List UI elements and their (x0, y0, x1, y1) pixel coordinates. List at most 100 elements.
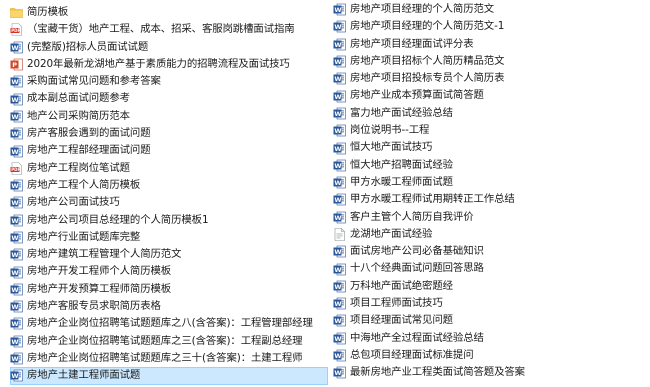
svg-text:P: P (12, 61, 17, 69)
word-file-icon: W (333, 38, 346, 51)
file-item[interactable]: W 项目工程师面试技巧 (333, 295, 650, 312)
file-item[interactable]: 龙湖地产面试经验 (333, 226, 650, 243)
file-item[interactable]: W 岗位说明书--工程 (333, 122, 650, 139)
file-item[interactable]: W 房地产开发工程师个人简历模板 (10, 263, 328, 280)
file-item[interactable]: W 万科地产面试绝密题经 (333, 278, 650, 295)
svg-text:PDF: PDF (11, 29, 20, 34)
file-item[interactable]: W 恒大地产面试技巧 (333, 139, 650, 156)
file-item[interactable]: W 房地产企业岗位招聘笔试题题库之八(含答案)：工程管理部经理 (10, 315, 328, 332)
word-file-icon: W (10, 369, 23, 382)
file-item[interactable]: W 最新房地产业工程类面试简答题及答案 (333, 364, 650, 381)
file-item[interactable]: W 面试房地产公司必备基础知识 (333, 243, 650, 260)
file-item[interactable]: W 房地产公司项目总经理的个人简历模板1 (10, 212, 328, 229)
word-file-icon: W (10, 75, 23, 88)
word-file-icon: W (333, 55, 346, 68)
file-name-label: 十八个经典面试问题回答思路 (350, 262, 484, 275)
file-item[interactable]: W 房地产企业岗位招聘笔试题题库之三十(含答案)：土建工程师 (10, 350, 328, 367)
svg-text:W: W (11, 44, 18, 52)
svg-text:W: W (11, 78, 18, 86)
file-item[interactable]: W 房地产工程部经理面试问题 (10, 142, 328, 159)
file-item[interactable]: W 客户主管个人简历自我评价 (333, 209, 650, 226)
file-name-label: 房地产工程个人简历模板 (27, 178, 141, 191)
pdf-file-icon: PDF (10, 23, 23, 37)
file-list-left: 简历模板 PDF （宝藏干货）地产工程、成本、招采、客服岗跳槽面试指南 W (完整版… (10, 4, 328, 385)
file-name-label: 房地产项目招投标专员个人简历表 (350, 72, 505, 85)
file-name-label: 房地产企业岗位招聘笔试题题库之八(含答案)：工程管理部经理 (27, 317, 313, 330)
file-item[interactable]: W 甲方水暖工程师试用期转正工作总结 (333, 191, 650, 208)
file-item[interactable]: W 中海地产全过程面试经验总结 (333, 330, 650, 347)
file-name-label: 恒大地产招聘面试经验 (350, 158, 453, 171)
file-item[interactable]: W 十八个经典面试问题回答思路 (333, 260, 650, 277)
file-item[interactable]: W 地产公司采购简历范本 (10, 108, 328, 125)
file-name-label: 项目工程师面试技巧 (350, 297, 443, 310)
file-name-label: 房地产企业岗位招聘笔试题题库之三(含答案)：工程副总经理 (27, 334, 303, 347)
folder-item[interactable]: 简历模板 (10, 4, 328, 21)
file-name-label: 房地产建筑工程管理个人简历范文 (27, 248, 182, 261)
svg-text:W: W (11, 148, 18, 156)
file-item[interactable]: W 房地产土建工程师面试题 (10, 367, 328, 385)
file-item[interactable]: W 总包项目经理面试标准提问 (333, 347, 650, 364)
word-file-icon: W (333, 245, 346, 258)
svg-text:W: W (334, 6, 341, 14)
file-name-label: 简历模板 (27, 6, 69, 18)
file-name-label: 房地产开发工程师个人简历模板 (27, 265, 172, 278)
word-file-icon: W (333, 72, 346, 85)
file-item[interactable]: W 甲方水暖工程师面试题 (333, 174, 650, 191)
svg-text:W: W (334, 58, 341, 66)
word-file-icon: W (333, 193, 346, 206)
word-file-icon: W (333, 142, 346, 155)
file-item[interactable]: W 房地产客服专员求职简历表格 (10, 298, 328, 315)
word-file-icon: W (10, 127, 23, 140)
file-item[interactable]: W 房地产开发预算工程师简历模板 (10, 281, 328, 298)
svg-text:W: W (334, 23, 341, 31)
file-item[interactable]: W 富力地产面试经验总结 (333, 105, 650, 122)
file-item[interactable]: W 房地产企业岗位招聘笔试题题库之三(含答案)：工程副总经理 (10, 333, 328, 350)
file-item[interactable]: W 房地产项目招标个人简历精品范文 (333, 53, 650, 70)
word-file-icon: W (10, 300, 23, 313)
file-name-label: 客户主管个人简历自我评价 (350, 210, 474, 223)
file-item[interactable]: W 房产客服会遇到的面试问题 (10, 125, 328, 142)
word-file-icon: W (333, 3, 346, 16)
file-item[interactable]: W 成本副总面试问题参考 (10, 90, 328, 107)
file-item[interactable]: W 房地产建筑工程管理个人简历范文 (10, 246, 328, 263)
file-name-label: 房地产工程岗位笔试题 (27, 161, 130, 174)
word-file-icon: W (333, 332, 346, 345)
svg-text:W: W (11, 217, 18, 225)
svg-text:W: W (11, 355, 18, 363)
file-name-label: 房地产项目经理面试评分表 (350, 37, 474, 50)
file-name-label: (完整版)招标人员面试试题 (27, 40, 149, 53)
file-name-label: 2020年最新龙湖地产基于素质能力的招聘流程及面试技巧 (27, 57, 290, 70)
file-item[interactable]: W 房地产行业面试题库完整 (10, 229, 328, 246)
file-name-label: 项目经理面试常见问题 (350, 314, 453, 327)
svg-text:W: W (334, 214, 341, 222)
file-item[interactable]: W 房地产公司面试技巧 (10, 194, 328, 211)
file-item[interactable]: W 房地产项目经理面试评分表 (333, 36, 650, 53)
file-item[interactable]: W 房地产项目经理的个人简历范文 (333, 1, 650, 18)
svg-text:W: W (334, 335, 341, 343)
file-item[interactable]: W 房地产项目招投标专员个人简历表 (333, 70, 650, 87)
file-item[interactable]: W 房地产业成本预算面试简答题 (333, 87, 650, 104)
file-item[interactable]: W 恒大地产招聘面试经验 (333, 157, 650, 174)
word-file-icon: W (333, 211, 346, 224)
file-name-label: 房地产公司面试技巧 (27, 196, 120, 209)
file-item[interactable]: W 房地产工程个人简历模板 (10, 177, 328, 194)
word-file-icon: W (333, 349, 346, 362)
svg-text:W: W (334, 162, 341, 170)
svg-text:W: W (334, 300, 341, 308)
word-file-icon: W (333, 107, 346, 120)
file-item[interactable]: PDF （宝藏干货）地产工程、成本、招采、客服岗跳槽面试指南 (10, 21, 328, 38)
word-file-icon: W (10, 179, 23, 192)
file-name-label: 房地产行业面试题库完整 (27, 230, 141, 243)
file-item[interactable]: W 项目经理面试常见问题 (333, 312, 650, 329)
svg-text:W: W (334, 283, 341, 291)
file-item[interactable]: PDF 房地产工程岗位笔试题 (10, 160, 328, 177)
file-name-label: 成本副总面试问题参考 (27, 92, 130, 105)
file-name-label: 房地产工程部经理面试问题 (27, 144, 151, 157)
file-name-label: 甲方水暖工程师面试题 (350, 175, 453, 188)
file-item[interactable]: W 房地产项目经理的个人简历范文-1 (333, 18, 650, 35)
file-item[interactable]: W (完整版)招标人员面试试题 (10, 39, 328, 56)
file-item[interactable]: P 2020年最新龙湖地产基于素质能力的招聘流程及面试技巧 (10, 56, 328, 73)
file-name-label: 最新房地产业工程类面试简答题及答案 (350, 366, 525, 379)
word-file-icon: W (10, 93, 23, 106)
file-item[interactable]: W 采购面试常见问题和参考答案 (10, 73, 328, 90)
